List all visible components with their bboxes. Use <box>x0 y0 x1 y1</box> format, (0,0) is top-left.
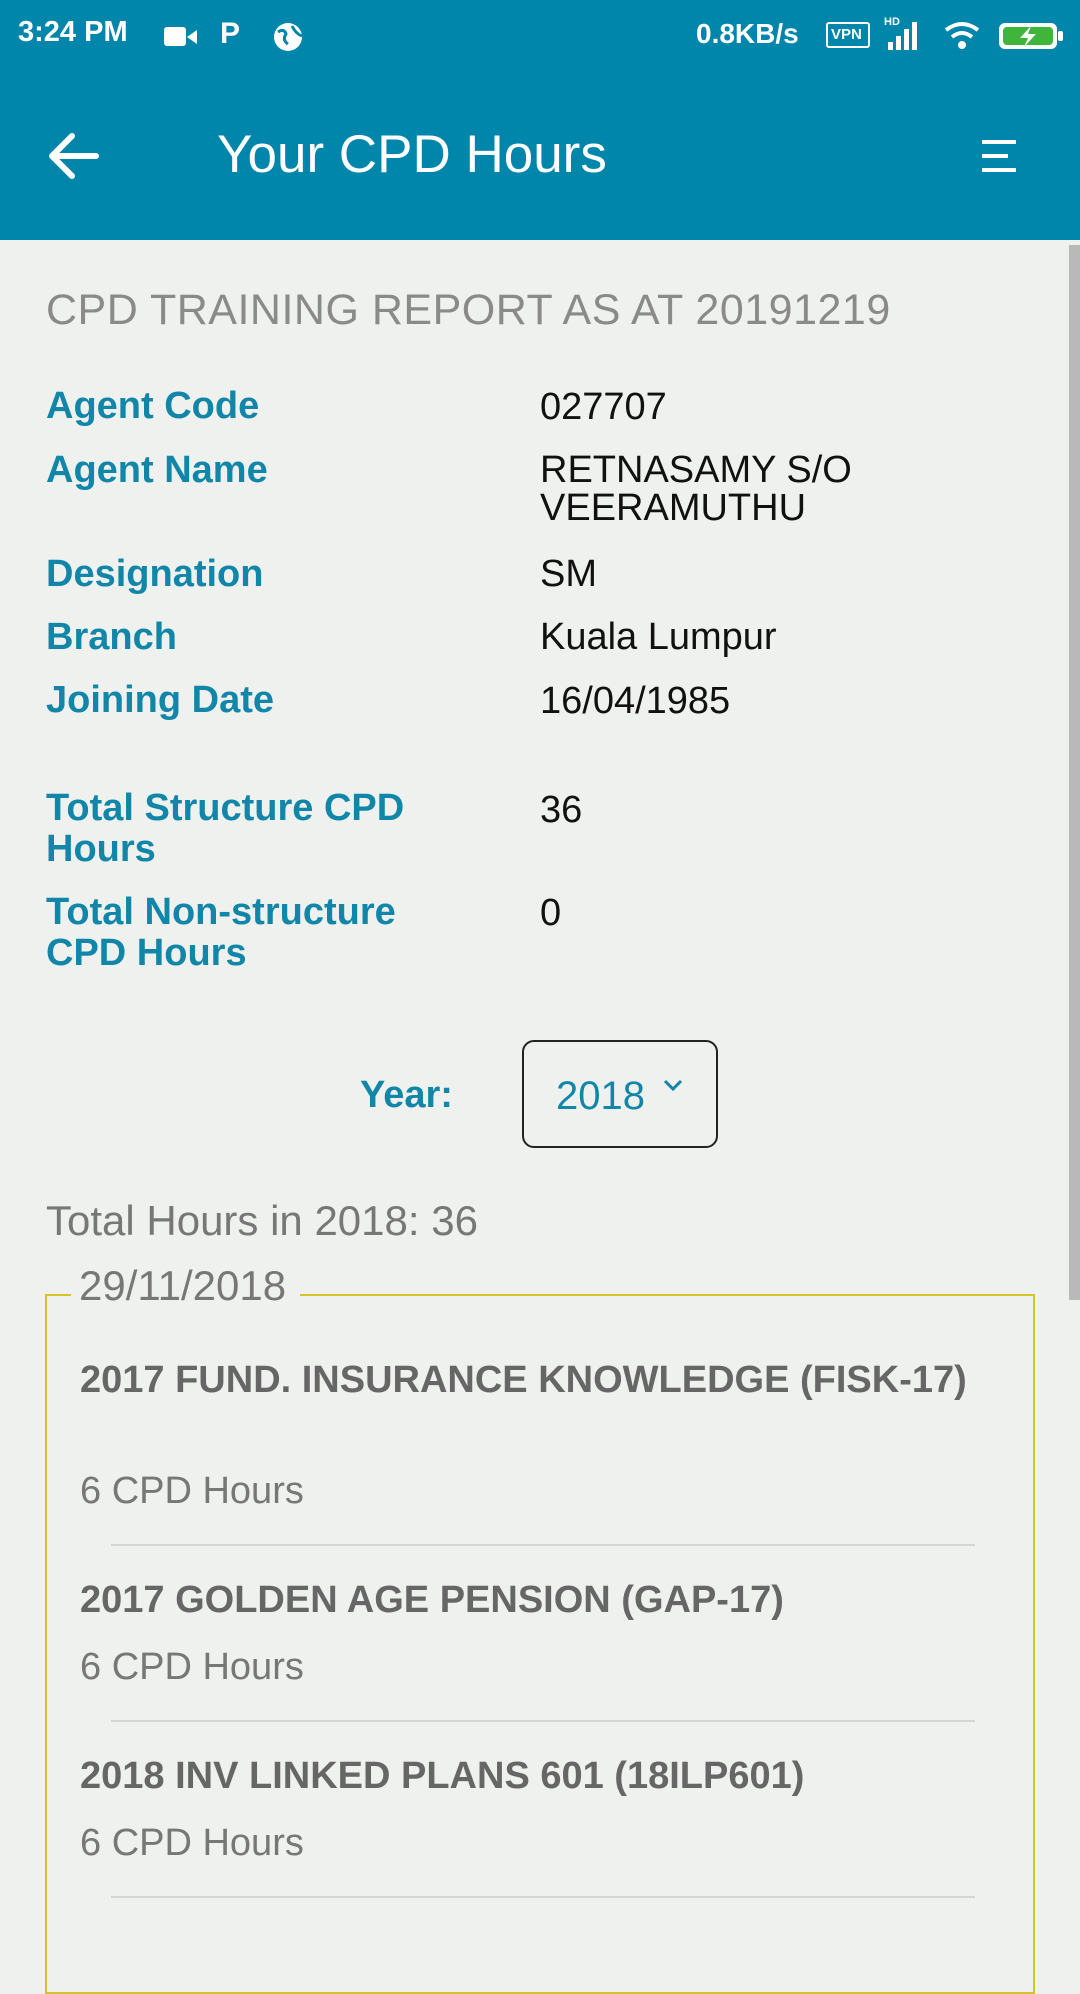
parking-icon: P <box>220 17 241 50</box>
year-dropdown[interactable]: 2018 <box>522 1040 718 1148</box>
total-structure-value: 36 <box>540 789 583 831</box>
chevron-down-icon <box>662 1072 684 1098</box>
designation-value: SM <box>540 553 597 595</box>
course-hours: 6 CPD Hours <box>80 1822 304 1864</box>
total-non-structure-label: Total Non-structure CPD Hours <box>46 891 396 974</box>
course-title: 2017 FUND. INSURANCE KNOWLEDGE (FISK-17) <box>80 1359 967 1401</box>
arrow-left-icon <box>49 133 99 179</box>
divider <box>111 1896 975 1898</box>
network-speed: 0.8KB/s <box>696 18 799 49</box>
total-hours-text: Total Hours in 2018: 36 <box>46 1197 478 1244</box>
hd-label: HD <box>884 16 900 28</box>
agent-name-value: RETNASAMY S/O VEERAMUTHU <box>540 449 852 529</box>
training-date: 29/11/2018 <box>71 1262 301 1310</box>
total-non-structure-value: 0 <box>540 892 562 934</box>
menu-icon <box>982 140 1016 172</box>
battery-icon <box>998 22 1064 55</box>
branch-label: Branch <box>46 616 177 658</box>
joining-date-label: Joining Date <box>46 679 275 721</box>
joining-date-value: 16/04/1985 <box>540 680 731 722</box>
year-selected-value: 2018 <box>556 1074 645 1118</box>
back-button[interactable] <box>44 126 114 186</box>
branch-value: Kuala Lumpur <box>540 616 777 658</box>
divider <box>111 1544 975 1546</box>
page-title: Your CPD Hours <box>217 125 607 184</box>
report-content: CPD TRAINING REPORT AS AT 20191219 Agent… <box>0 240 1080 1994</box>
course-hours: 6 CPD Hours <box>80 1470 304 1512</box>
year-label: Year: <box>360 1074 453 1116</box>
total-structure-label: Total Structure CPD Hours <box>46 787 405 870</box>
agent-code-value: 027707 <box>540 386 667 428</box>
designation-label: Designation <box>46 553 264 595</box>
agent-name-label: Agent Name <box>46 449 268 491</box>
status-bar: 3:24 PM P 0.8KB/s VPN HD <box>0 0 1080 72</box>
globe-icon <box>272 20 306 59</box>
vpn-label: VPN <box>831 26 862 43</box>
course-title: 2018 INV LINKED PLANS 601 (18ILP601) <box>80 1755 805 1797</box>
course-hours: 6 CPD Hours <box>80 1646 304 1688</box>
status-time: 3:24 PM <box>18 16 128 48</box>
video-camera-icon <box>164 26 197 46</box>
vpn-icon: VPN <box>826 22 870 48</box>
wifi-icon <box>942 18 982 57</box>
divider <box>111 1720 975 1722</box>
course-title: 2017 GOLDEN AGE PENSION (GAP-17) <box>80 1579 784 1621</box>
menu-button[interactable] <box>980 136 1020 176</box>
signal-icon: HD <box>884 16 922 57</box>
agent-code-label: Agent Code <box>46 385 260 427</box>
scrollbar[interactable] <box>1069 245 1080 1300</box>
app-bar: Your CPD Hours <box>0 72 1080 240</box>
training-group: 29/11/2018 2017 FUND. INSURANCE KNOWLEDG… <box>45 1262 1035 1994</box>
report-title: CPD TRAINING REPORT AS AT 20191219 <box>46 286 891 334</box>
